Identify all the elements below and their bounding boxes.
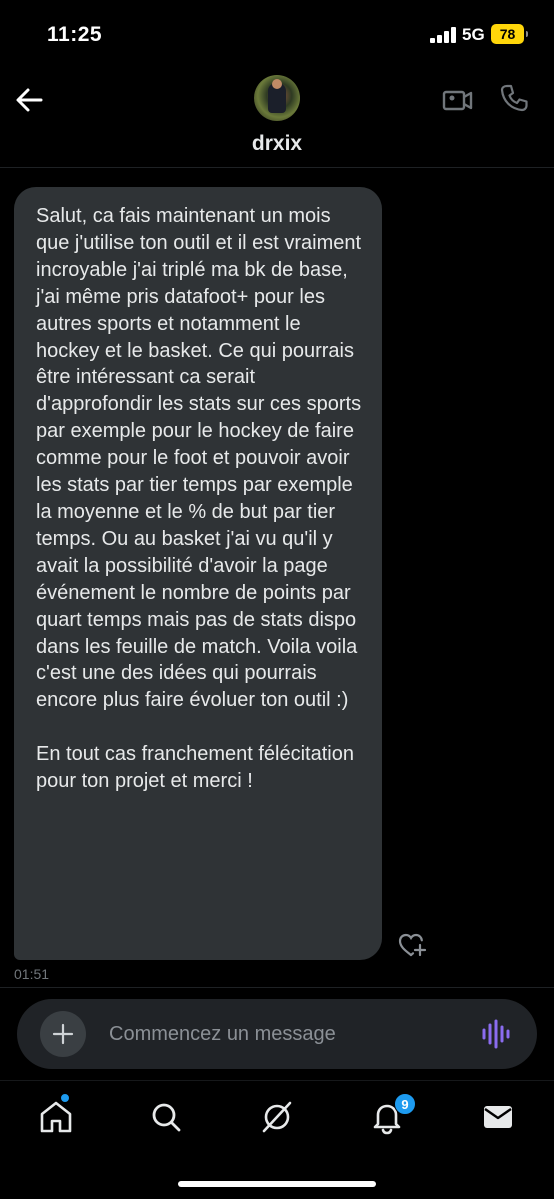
- network-type: 5G: [462, 25, 485, 44]
- screen: 11:25 5G 78 drxix Salut, ca fais mainten…: [0, 0, 554, 1199]
- battery-icon: 78: [491, 24, 528, 44]
- voice-call-button[interactable]: [498, 82, 530, 114]
- video-call-button[interactable]: [442, 84, 474, 116]
- message-bubble[interactable]: Salut, ca fais maintenant un mois que j'…: [14, 187, 382, 960]
- home-icon: [40, 1101, 72, 1133]
- status-time: 11:25: [47, 23, 103, 46]
- search-icon: [152, 1103, 181, 1132]
- heart-plus-icon: [398, 933, 427, 957]
- add-media-button[interactable]: [40, 1011, 86, 1057]
- nav-grok[interactable]: [257, 1097, 297, 1137]
- message-timestamp: 01:51: [14, 966, 50, 982]
- message-thread: Salut, ca fais maintenant un mois que j'…: [0, 168, 554, 988]
- grok-icon: [262, 1101, 292, 1133]
- home-indicator[interactable]: [178, 1181, 376, 1187]
- message-input[interactable]: [109, 1017, 459, 1051]
- voice-message-button[interactable]: [480, 1019, 512, 1049]
- add-reaction-button[interactable]: [397, 931, 427, 959]
- message-composer: [17, 999, 537, 1069]
- contact-name[interactable]: drxix: [0, 132, 554, 156]
- video-camera-icon: [442, 90, 473, 111]
- nav-home[interactable]: [36, 1097, 76, 1137]
- plus-icon: [52, 1023, 74, 1045]
- nav-messages[interactable]: [478, 1097, 518, 1137]
- conversation-header: drxix: [0, 70, 554, 168]
- avatar[interactable]: [254, 75, 300, 121]
- phone-icon: [500, 84, 528, 112]
- notification-badge: 9: [394, 1093, 416, 1115]
- status-bar: 11:25 5G 78: [0, 0, 554, 70]
- back-button[interactable]: [12, 82, 48, 118]
- voice-wave-icon: [482, 1019, 510, 1049]
- nav-search[interactable]: [146, 1097, 186, 1137]
- arrow-left-icon: [16, 88, 43, 112]
- home-notification-dot: [60, 1093, 70, 1103]
- mail-icon: [484, 1106, 512, 1128]
- composer-divider: [0, 987, 554, 988]
- signal-icon: [430, 27, 456, 43]
